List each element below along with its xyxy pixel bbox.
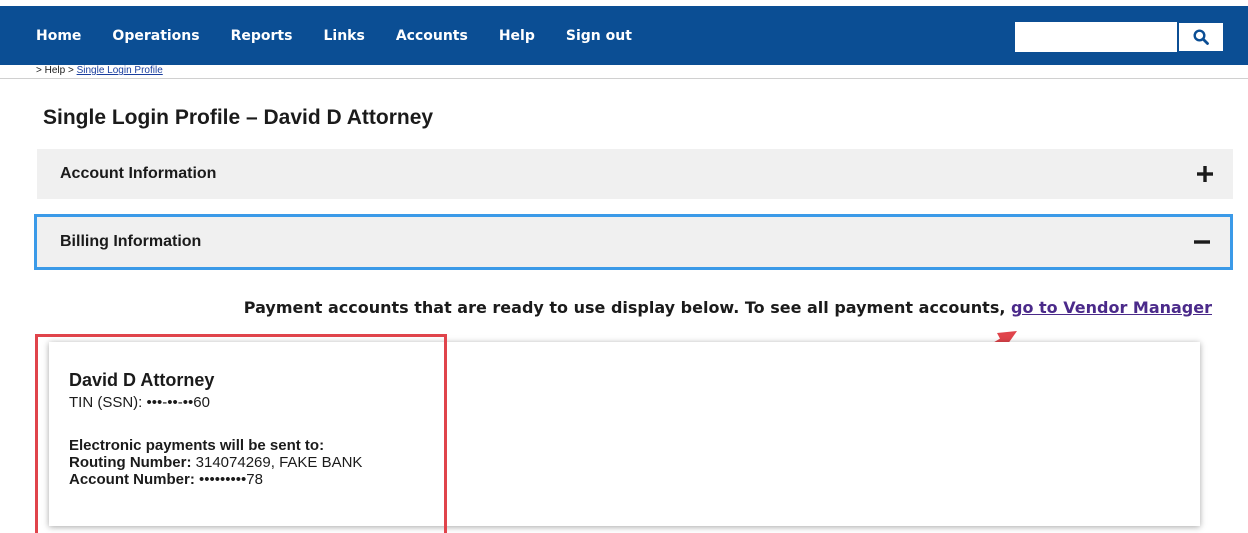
search-button[interactable] — [1177, 22, 1224, 52]
tin-value: •••-••-••60 — [146, 394, 210, 411]
search-icon — [1193, 29, 1209, 45]
top-navbar: Home Operations Reports Links Accounts H… — [0, 6, 1248, 65]
nav-home[interactable]: Home — [36, 28, 81, 44]
page-title: Single Login Profile – David D Attorney — [43, 106, 434, 129]
nav-operations[interactable]: Operations — [112, 28, 199, 44]
account-number-row: Account Number: •••••••••78 — [69, 471, 362, 488]
accordion-billing-information[interactable]: Billing Information — [34, 214, 1233, 270]
accordion-label: Account Information — [60, 165, 217, 182]
nav-links-menu[interactable]: Links — [323, 28, 364, 44]
payee-name: David D Attorney — [69, 370, 215, 390]
search-box — [1015, 22, 1224, 52]
nav-sign-out[interactable]: Sign out — [566, 28, 632, 44]
routing-number-row: Routing Number: 314074269, FAKE BANK — [69, 454, 362, 471]
payment-account-details: David D Attorney TIN (SSN): •••-••-••60 … — [69, 370, 362, 488]
payment-note-text: Payment accounts that are ready to use d… — [243, 298, 1006, 317]
search-input[interactable] — [1015, 22, 1177, 52]
nav-reports[interactable]: Reports — [231, 28, 293, 44]
accordion-account-information[interactable]: Account Information — [37, 149, 1233, 199]
breadcrumb-current-link[interactable]: Single Login Profile — [77, 65, 163, 76]
electronic-payments-heading: Electronic payments will be sent to: — [69, 437, 325, 454]
account-number-label: Account Number: — [69, 471, 195, 488]
minus-icon[interactable] — [1194, 234, 1210, 250]
nav-help[interactable]: Help — [499, 28, 535, 44]
tin-label: TIN (SSN): — [69, 394, 143, 411]
nav-accounts[interactable]: Accounts — [396, 28, 468, 44]
vendor-manager-link[interactable]: go to Vendor Manager — [1011, 298, 1212, 317]
account-number-value: •••••••••78 — [199, 471, 263, 488]
nav-links: Home Operations Reports Links Accounts H… — [36, 6, 663, 65]
breadcrumb-divider — [0, 78, 1248, 79]
accordion-label: Billing Information — [60, 233, 202, 250]
plus-icon[interactable] — [1197, 166, 1213, 182]
breadcrumb-prefix: > Help > — [36, 65, 74, 76]
breadcrumb: > Help > Single Login Profile — [36, 65, 163, 76]
tin-row: TIN (SSN): •••-••-••60 — [69, 394, 362, 411]
payment-accounts-note: Payment accounts that are ready to use d… — [244, 298, 1212, 317]
routing-number-value: 314074269, FAKE BANK — [195, 454, 363, 471]
routing-number-label: Routing Number: — [69, 454, 192, 471]
